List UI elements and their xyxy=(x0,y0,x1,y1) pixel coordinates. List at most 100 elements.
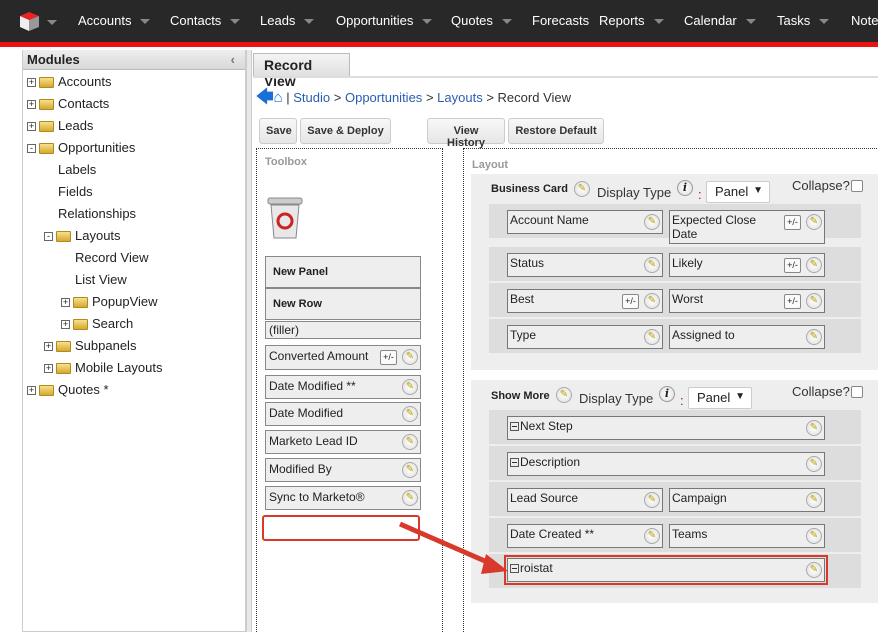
layout-field[interactable]: Lead Source ✎ xyxy=(507,488,663,512)
tree-item[interactable]: + Accounts xyxy=(27,74,111,89)
save-button[interactable]: Save xyxy=(259,118,297,144)
nav-opportunities[interactable]: Opportunities xyxy=(336,13,433,28)
info-icon[interactable]: i xyxy=(659,386,675,402)
plus-minus-icon[interactable]: +/- xyxy=(784,258,801,273)
remove-field-icon[interactable] xyxy=(510,458,519,468)
edit-pencil-icon[interactable]: ✎ xyxy=(806,528,822,544)
tree-item[interactable]: + Quotes * xyxy=(27,382,109,397)
save-deploy-button[interactable]: Save & Deploy xyxy=(300,118,391,144)
layout-field[interactable]: Best ✎ +/- xyxy=(507,289,663,313)
plus-minus-icon[interactable]: +/- xyxy=(784,215,801,230)
collapse-icon[interactable]: - xyxy=(27,144,36,154)
nav-calendar[interactable]: Calendar xyxy=(684,13,756,28)
edit-pencil-icon[interactable]: ✎ xyxy=(644,329,660,345)
toolbox-field[interactable]: Modified By ✎ xyxy=(265,458,421,482)
nav-quotes[interactable]: Quotes xyxy=(451,13,512,28)
tree-item[interactable]: + PopupView xyxy=(61,294,158,309)
tree-item[interactable]: Fields xyxy=(56,184,93,199)
layout-field[interactable]: Account Name ✎ xyxy=(507,210,663,234)
toolbox-field[interactable]: Date Modified ** ✎ xyxy=(265,375,421,399)
tree-item[interactable]: + Search xyxy=(61,316,133,331)
expand-icon[interactable]: + xyxy=(27,122,36,132)
tree-item[interactable]: Labels xyxy=(56,162,96,177)
layout-field[interactable]: Assigned to ✎ xyxy=(669,325,825,349)
edit-pencil-icon[interactable]: ✎ xyxy=(806,420,822,436)
chevron-left-icon[interactable]: ‹ xyxy=(231,52,235,67)
edit-pencil-icon[interactable]: ✎ xyxy=(556,387,572,403)
edit-pencil-icon[interactable]: ✎ xyxy=(806,562,822,578)
restore-default-button[interactable]: Restore Default xyxy=(508,118,604,144)
layout-field[interactable]: Type ✎ xyxy=(507,325,663,349)
expand-icon[interactable]: + xyxy=(61,320,70,330)
layout-field[interactable]: Date Created ** ✎ xyxy=(507,524,663,548)
dropdown-caret-icon[interactable] xyxy=(653,19,664,25)
layout-field[interactable]: Worst ✎ +/- xyxy=(669,289,825,313)
edit-pencil-icon[interactable]: ✎ xyxy=(402,462,418,478)
recycle-bin-icon[interactable] xyxy=(266,196,304,243)
display-type-select[interactable]: Panel ▼ xyxy=(706,181,770,203)
remove-field-icon[interactable] xyxy=(510,422,519,432)
dropdown-caret-icon[interactable] xyxy=(304,19,315,25)
edit-pencil-icon[interactable]: ✎ xyxy=(644,293,660,309)
nav-tasks[interactable]: Tasks xyxy=(777,13,830,28)
nav-accounts[interactable]: Accounts xyxy=(78,13,151,28)
breadcrumb-opportunities[interactable]: Opportunities xyxy=(345,90,422,105)
edit-pencil-icon[interactable]: ✎ xyxy=(806,456,822,472)
expand-icon[interactable]: + xyxy=(27,78,36,88)
tree-item[interactable]: + Contacts xyxy=(27,96,109,111)
expand-icon[interactable]: + xyxy=(44,364,53,374)
edit-pencil-icon[interactable]: ✎ xyxy=(402,490,418,506)
edit-pencil-icon[interactable]: ✎ xyxy=(644,528,660,544)
layout-field[interactable]: Next Step ✎ xyxy=(507,416,825,440)
tree-item[interactable]: + Subpanels xyxy=(44,338,136,353)
nav-leads[interactable]: Leads xyxy=(260,13,315,28)
logo-menu-caret-icon[interactable] xyxy=(47,20,57,25)
layout-field[interactable]: Teams ✎ xyxy=(669,524,825,548)
view-history-button[interactable]: View History xyxy=(427,118,505,149)
panel-splitter[interactable] xyxy=(246,50,252,632)
layout-field[interactable]: Likely ✎ +/- xyxy=(669,253,825,277)
toolbox-field[interactable]: Converted Amount +/- ✎ xyxy=(265,345,421,370)
expand-icon[interactable]: + xyxy=(61,298,70,308)
layout-field[interactable]: Expected Close Date ✎ +/- xyxy=(669,210,825,244)
edit-pencil-icon[interactable]: ✎ xyxy=(644,214,660,230)
tree-item[interactable]: Relationships xyxy=(56,206,136,221)
edit-pencil-icon[interactable]: ✎ xyxy=(402,434,418,450)
edit-pencil-icon[interactable]: ✎ xyxy=(806,214,822,230)
home-icon[interactable]: ⌂ xyxy=(274,89,283,106)
plus-minus-icon[interactable]: +/- xyxy=(380,350,397,365)
tree-item[interactable]: - Layouts xyxy=(44,228,121,243)
edit-pencil-icon[interactable]: ✎ xyxy=(402,349,418,365)
plus-minus-icon[interactable]: +/- xyxy=(784,294,801,309)
toolbox-field[interactable]: Marketo Lead ID ✎ xyxy=(265,430,421,454)
nav-notes[interactable]: Notes xyxy=(851,13,878,28)
edit-pencil-icon[interactable]: ✎ xyxy=(806,293,822,309)
edit-pencil-icon[interactable]: ✎ xyxy=(644,492,660,508)
toolbox-field[interactable]: Sync to Marketo® ✎ xyxy=(265,486,421,510)
edit-pencil-icon[interactable]: ✎ xyxy=(644,257,660,273)
layout-field[interactable]: Description ✎ xyxy=(507,452,825,476)
collapse-checkbox[interactable] xyxy=(851,180,863,192)
breadcrumb-studio[interactable]: Studio xyxy=(293,90,330,105)
layout-field[interactable]: Campaign ✎ xyxy=(669,488,825,512)
dropdown-caret-icon[interactable] xyxy=(140,19,151,25)
back-arrow-icon[interactable]: 🡄 xyxy=(256,87,274,106)
toolbox-field[interactable]: Date Modified ✎ xyxy=(265,402,421,426)
edit-pencil-icon[interactable]: ✎ xyxy=(806,492,822,508)
tree-item[interactable]: + Mobile Layouts xyxy=(44,360,162,375)
nav-contacts[interactable]: Contacts xyxy=(170,13,241,28)
new-panel-item[interactable]: New Panel xyxy=(265,256,421,288)
sugar-logo-icon[interactable] xyxy=(19,11,40,32)
edit-pencil-icon[interactable]: ✎ xyxy=(402,379,418,395)
remove-field-icon[interactable] xyxy=(510,564,519,574)
edit-pencil-icon[interactable]: ✎ xyxy=(806,257,822,273)
breadcrumb-layouts[interactable]: Layouts xyxy=(437,90,483,105)
nav-reports[interactable]: Reports xyxy=(599,13,664,28)
plus-minus-icon[interactable]: +/- xyxy=(622,294,639,309)
collapse-icon[interactable]: - xyxy=(44,232,53,242)
dropdown-caret-icon[interactable] xyxy=(501,19,512,25)
tree-item[interactable]: + Leads xyxy=(27,118,93,133)
nav-forecasts[interactable]: Forecasts xyxy=(532,13,589,28)
info-icon[interactable]: i xyxy=(677,180,693,196)
edit-pencil-icon[interactable]: ✎ xyxy=(402,406,418,422)
